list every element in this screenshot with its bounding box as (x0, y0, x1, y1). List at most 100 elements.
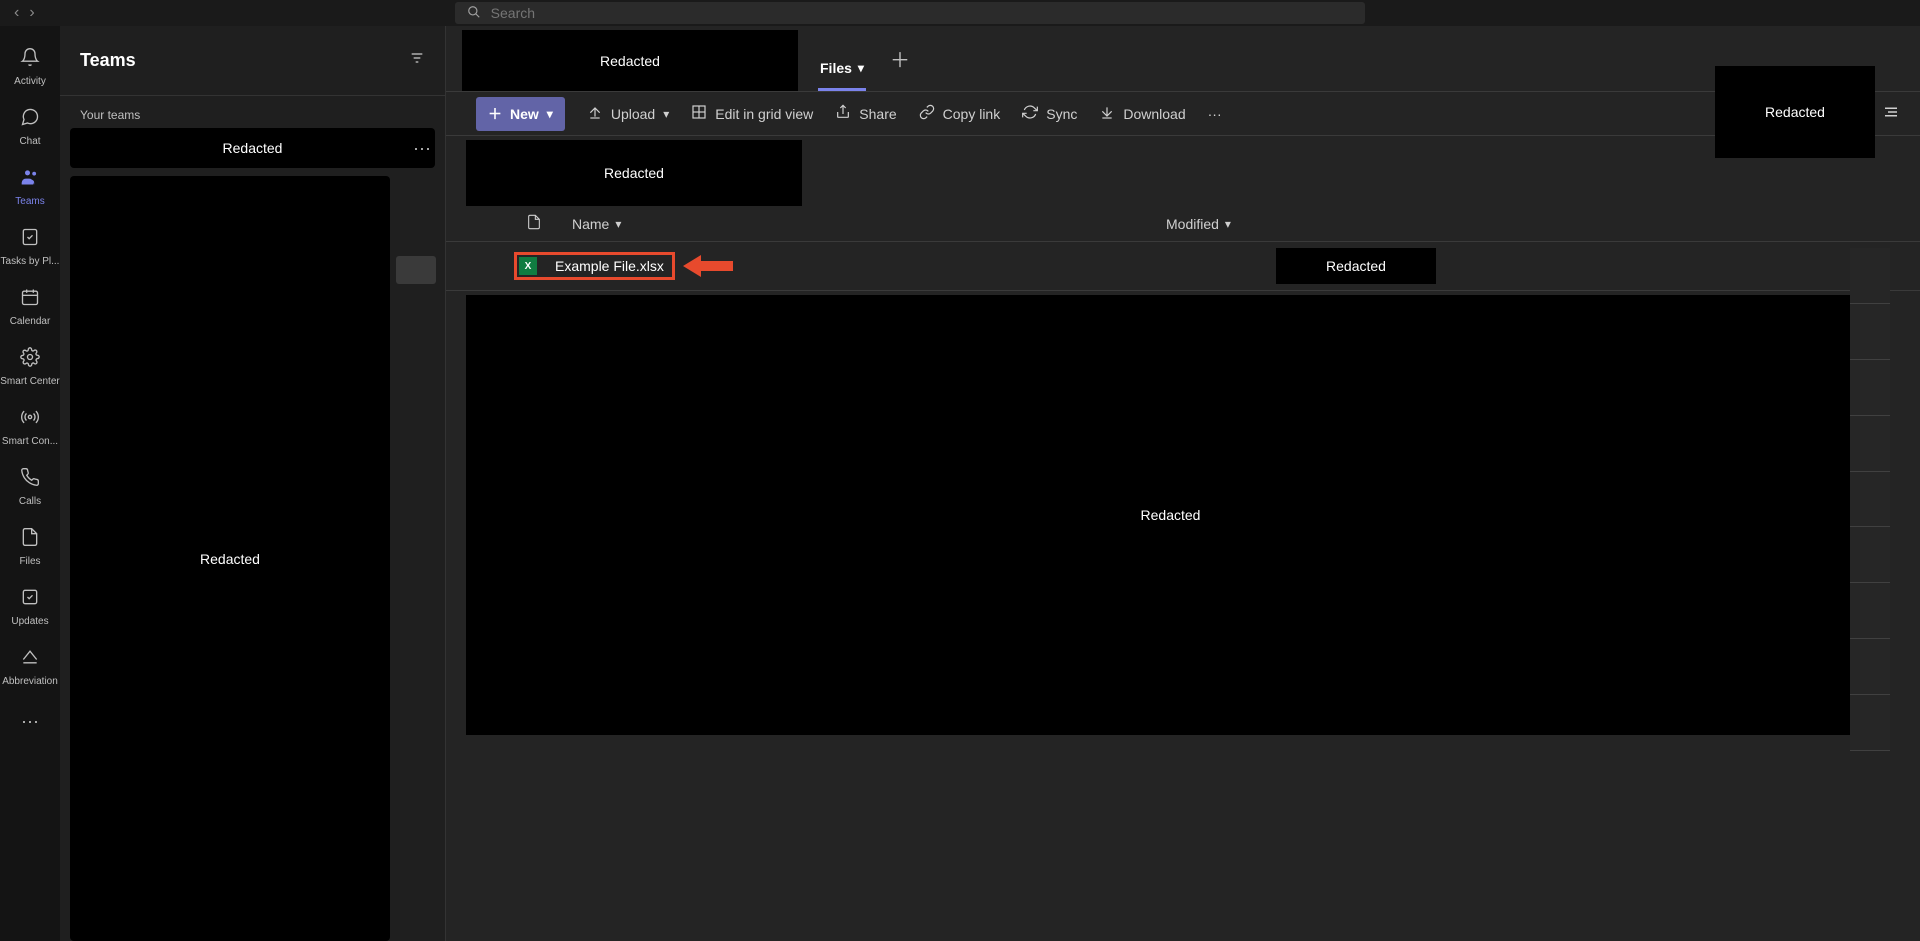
folder-name: Redacted (604, 165, 664, 181)
tab-files[interactable]: Files ▾ (818, 60, 866, 91)
rail-label: Abbreviation (2, 676, 58, 687)
chevron-down-icon: ▾ (1225, 217, 1231, 231)
file-name: Example File.xlsx (555, 258, 664, 274)
plus-icon: ＋ (488, 104, 502, 124)
rail-label: Teams (15, 196, 44, 207)
share-label: Share (859, 106, 896, 122)
file-list-headers: Name ▾ Modified ▾ (446, 206, 1920, 241)
rail-label: Chat (19, 136, 40, 147)
rail-label: Smart Center (0, 376, 59, 387)
tasks-icon (20, 227, 40, 253)
download-label: Download (1123, 106, 1185, 122)
rail-files[interactable]: Files (0, 521, 60, 573)
annotation-arrow-icon (683, 253, 733, 279)
strip-cell (1850, 416, 1890, 472)
download-button[interactable]: Download (1099, 104, 1185, 123)
filter-icon[interactable] (409, 50, 425, 71)
redacted-header-right: Redacted (1715, 66, 1875, 158)
main-pane: Redacted Files ▾ ＋ ＋ New ▾ Upload ▾ (446, 26, 1920, 941)
channels-redacted-label: Redacted (200, 551, 260, 567)
phone-icon (20, 467, 40, 493)
redacted-label: Redacted (1326, 258, 1386, 274)
rail-smart-connect[interactable]: Smart Con... (0, 401, 60, 453)
sync-label: Sync (1046, 106, 1077, 122)
channels-block[interactable]: Redacted (70, 176, 390, 941)
file-row[interactable]: X Example File.xlsx Redacted (446, 241, 1920, 291)
rail-label: Activity (14, 76, 46, 87)
edit-grid-label: Edit in grid view (715, 106, 813, 122)
strip-cell (1850, 583, 1890, 639)
share-button[interactable]: Share (835, 104, 896, 123)
strip-cell (1850, 527, 1890, 583)
upload-icon (587, 104, 603, 123)
rail-chat[interactable]: Chat (0, 101, 60, 153)
file-type-header-icon[interactable] (526, 214, 542, 233)
nav-forward-icon[interactable]: › (29, 4, 34, 22)
new-button[interactable]: ＋ New ▾ (476, 97, 565, 131)
bell-icon (20, 47, 40, 73)
copy-link-label: Copy link (943, 106, 1001, 122)
rail-calendar[interactable]: Calendar (0, 281, 60, 333)
copy-link-button[interactable]: Copy link (919, 104, 1001, 123)
sidebar-title: Teams (80, 50, 136, 71)
plus-icon: ＋ (890, 44, 910, 73)
rail-label: Tasks by Pl... (1, 256, 60, 267)
file-icon (20, 527, 40, 553)
download-icon (1099, 104, 1115, 123)
titlebar: ‹ › (0, 0, 1920, 26)
channel-title-tab[interactable]: Redacted (462, 30, 798, 91)
rail-more-icon[interactable]: ··· (21, 711, 39, 732)
strip-cell (1850, 639, 1890, 695)
add-tab-button[interactable]: ＋ (890, 44, 910, 73)
your-teams-label: Your teams (60, 96, 445, 128)
toolbar-more-icon[interactable]: ··· (1208, 106, 1222, 122)
rail-label: Calendar (10, 316, 51, 327)
right-edge-strip (1850, 248, 1890, 751)
tab-files-label: Files (820, 60, 852, 76)
gear-icon (20, 347, 40, 373)
strip-cell (1850, 304, 1890, 360)
strip-cell (1850, 360, 1890, 416)
rail-label: Calls (19, 496, 41, 507)
files-toolbar: ＋ New ▾ Upload ▾ Edit in grid view (446, 92, 1920, 136)
tab-bar: Redacted Files ▾ ＋ (446, 26, 1920, 92)
column-header-modified[interactable]: Modified ▾ (1166, 216, 1231, 232)
file-modified-redacted: Redacted (1276, 248, 1436, 284)
search-icon (467, 5, 481, 22)
excel-file-icon: X (519, 257, 537, 275)
chevron-down-icon: ▾ (547, 107, 553, 121)
file-list-redacted-block: Redacted (466, 295, 1875, 735)
sync-icon (1022, 104, 1038, 123)
rail-calls[interactable]: Calls (0, 461, 60, 513)
view-options-icon[interactable] (1882, 103, 1900, 124)
folder-breadcrumb[interactable]: Redacted (466, 140, 802, 206)
abbreviation-icon (20, 647, 40, 673)
search-input[interactable] (491, 5, 1353, 21)
sync-button[interactable]: Sync (1022, 104, 1077, 123)
strip-cell (1850, 248, 1890, 304)
edit-grid-button[interactable]: Edit in grid view (691, 104, 813, 123)
rail-teams[interactable]: Teams (0, 161, 60, 213)
column-header-name[interactable]: Name ▾ (572, 216, 1112, 232)
nav-back-icon[interactable]: ‹ (14, 4, 19, 22)
rail-label: Files (19, 556, 40, 567)
team-more-icon[interactable]: ··· (413, 138, 431, 159)
chevron-down-icon: ▾ (858, 61, 864, 75)
broadcast-icon (20, 407, 40, 433)
channel-title-label: Redacted (600, 53, 660, 69)
new-button-label: New (510, 106, 539, 122)
app-rail: Activity Chat Teams Tasks by Pl... Calen… (0, 26, 60, 941)
rail-updates[interactable]: Updates (0, 581, 60, 633)
redacted-label: Redacted (1141, 507, 1201, 523)
rail-tasks[interactable]: Tasks by Pl... (0, 221, 60, 273)
upload-button[interactable]: Upload ▾ (587, 104, 669, 123)
rail-activity[interactable]: Activity (0, 41, 60, 93)
rail-abbreviation[interactable]: Abbreviation (0, 641, 60, 693)
chevron-down-icon: ▾ (615, 217, 621, 231)
team-item[interactable]: Redacted (70, 128, 435, 168)
annotation-highlight-box: X Example File.xlsx (514, 252, 675, 280)
team-name: Redacted (223, 140, 283, 156)
rail-smart-center[interactable]: Smart Center (0, 341, 60, 393)
channel-selection-marker (396, 256, 436, 284)
search-box[interactable] (455, 2, 1365, 24)
